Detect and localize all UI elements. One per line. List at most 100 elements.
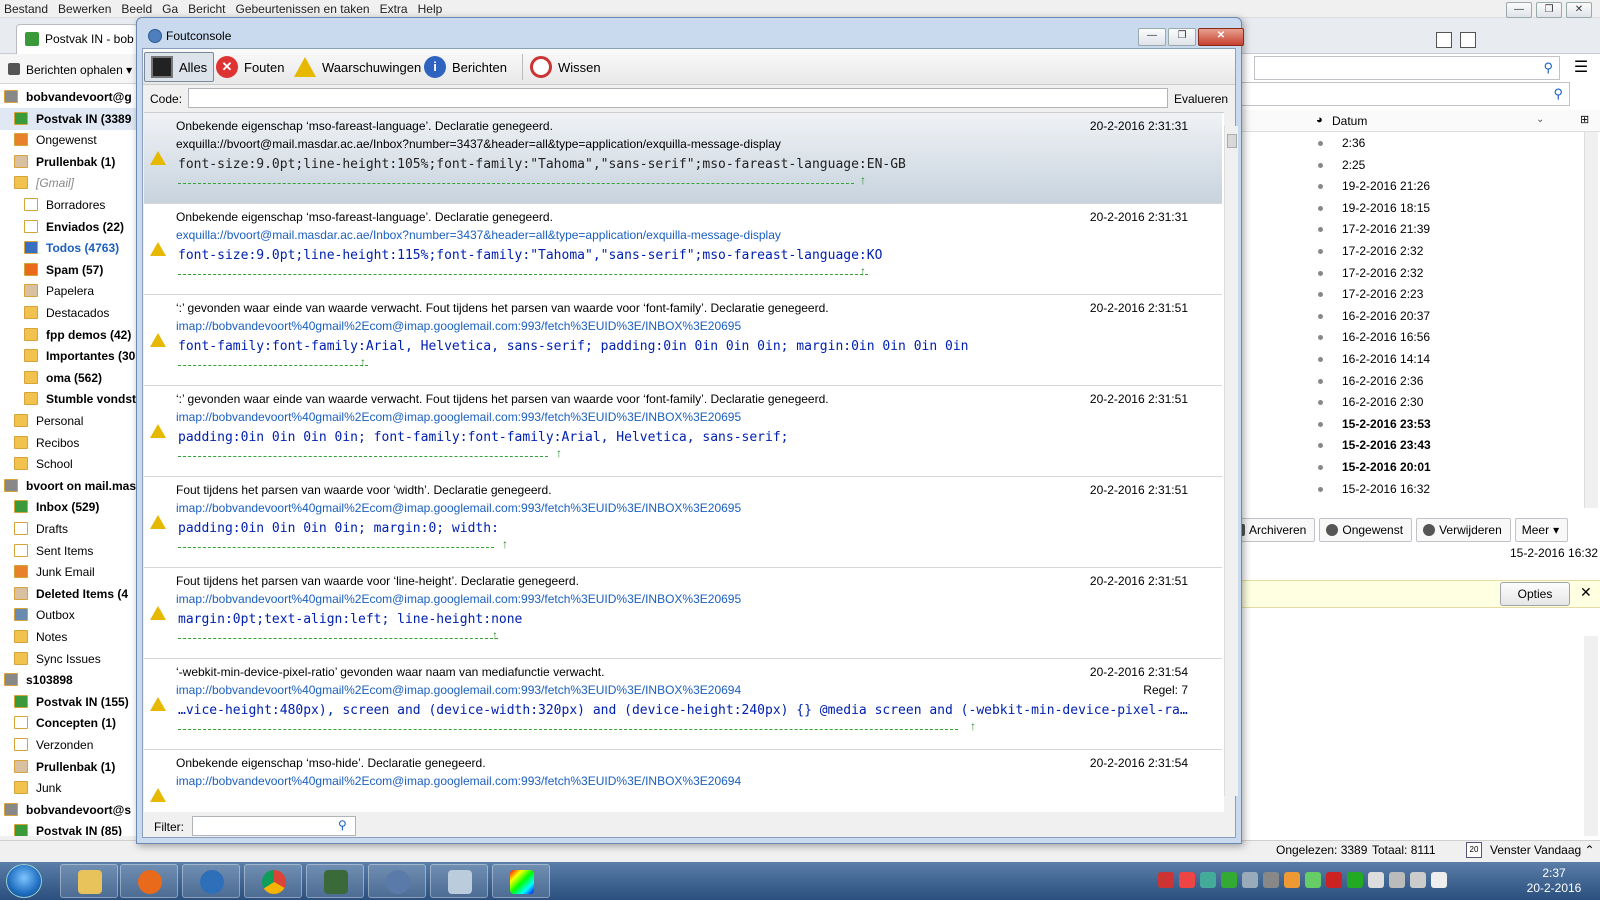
message-row-date[interactable]: 2:36 bbox=[1342, 132, 1365, 154]
folder-item[interactable]: bobvandevoort@g bbox=[0, 86, 137, 108]
taskbar-chrome[interactable] bbox=[244, 864, 302, 898]
message-row-date[interactable]: 17-2-2016 21:39 bbox=[1342, 218, 1430, 240]
menu-item[interactable]: Bewerken bbox=[58, 0, 111, 17]
taskbar-explorer[interactable] bbox=[60, 864, 118, 898]
delete-button[interactable]: Verwijderen bbox=[1416, 518, 1511, 542]
get-mail-button[interactable]: Berichten ophalen ▾ bbox=[4, 59, 140, 81]
message-row-date[interactable]: 15-2-2016 20:01 bbox=[1342, 456, 1431, 478]
message-row-date[interactable]: 15-2-2016 16:32 bbox=[1342, 478, 1430, 500]
options-button[interactable]: Opties bbox=[1500, 582, 1570, 606]
console-close-button[interactable]: ✕ bbox=[1198, 28, 1244, 46]
menu-item[interactable]: Beeld bbox=[121, 0, 152, 17]
message-row-date[interactable]: 15-2-2016 23:43 bbox=[1342, 434, 1431, 456]
tray-icon[interactable] bbox=[1158, 872, 1174, 888]
folder-item[interactable]: bobvandevoort@s bbox=[0, 799, 137, 821]
entry-source-link[interactable]: imap://bobvandevoort%40gmail%2Ecom@imap.… bbox=[176, 410, 741, 424]
menu-item[interactable]: Bericht bbox=[188, 0, 225, 17]
tray-icon[interactable] bbox=[1200, 872, 1216, 888]
folder-item[interactable]: Spam (57) bbox=[0, 259, 137, 281]
folder-item[interactable]: Notes bbox=[0, 626, 137, 648]
start-button[interactable] bbox=[6, 864, 42, 898]
message-row-date[interactable]: 16-2-2016 16:56 bbox=[1342, 326, 1430, 348]
volume-icon[interactable] bbox=[1410, 872, 1426, 888]
console-entry[interactable]: Onbekende eigenschap ‘mso-hide’. Declara… bbox=[144, 750, 1222, 812]
tab-messages[interactable]: i Berichten bbox=[418, 52, 513, 82]
tray-icon[interactable] bbox=[1179, 872, 1195, 888]
folder-item[interactable]: Ongewenst bbox=[0, 129, 137, 151]
tray-icon[interactable] bbox=[1284, 872, 1300, 888]
tab-inbox[interactable]: Postvak IN - bob bbox=[16, 24, 138, 54]
message-row-date[interactable]: 15-2-2016 23:53 bbox=[1342, 413, 1431, 435]
clock[interactable]: 2:37 20-2-2016 bbox=[1524, 866, 1584, 896]
scrollbar[interactable] bbox=[1584, 132, 1598, 508]
entry-source-link[interactable]: imap://bobvandevoort%40gmail%2Ecom@imap.… bbox=[176, 774, 741, 788]
folder-item[interactable]: Postvak IN (85) bbox=[0, 820, 137, 836]
message-row-date[interactable]: 16-2-2016 20:37 bbox=[1342, 305, 1430, 327]
tray-icon[interactable] bbox=[1347, 872, 1363, 888]
scroll-thumb[interactable] bbox=[1227, 134, 1237, 148]
taskbar-app[interactable] bbox=[430, 864, 488, 898]
today-pane-toggle[interactable]: 20 Venster Vandaag ⌃ bbox=[1466, 842, 1595, 858]
folder-item[interactable]: Postvak IN (3389 bbox=[0, 107, 137, 130]
console-entry[interactable]: Onbekende eigenschap ‘mso-fareast-langua… bbox=[144, 204, 1222, 295]
message-row-date[interactable]: 19-2-2016 21:26 bbox=[1342, 175, 1430, 197]
tray-icon[interactable] bbox=[1326, 872, 1342, 888]
taskbar-app[interactable] bbox=[492, 864, 550, 898]
menu-item[interactable]: Bestand bbox=[4, 0, 48, 17]
folder-item[interactable]: Verzonden bbox=[0, 734, 137, 756]
folder-item[interactable]: Stumble vondst bbox=[0, 388, 137, 410]
folder-item[interactable]: Sent Items bbox=[0, 540, 137, 562]
message-row-date[interactable]: 16-2-2016 14:14 bbox=[1342, 348, 1430, 370]
folder-item[interactable]: Personal bbox=[0, 410, 137, 432]
junk-button[interactable]: Ongewenst bbox=[1319, 518, 1413, 542]
folder-item[interactable]: Borradores bbox=[0, 194, 137, 216]
signal-icon[interactable] bbox=[1431, 872, 1447, 888]
entry-source-link[interactable]: imap://bobvandevoort%40gmail%2Ecom@imap.… bbox=[176, 592, 741, 606]
folder-item[interactable]: [Gmail] bbox=[0, 172, 137, 194]
folder-item[interactable]: Todos (4763) bbox=[0, 237, 137, 259]
folder-item[interactable]: Prullenbak (1) bbox=[0, 756, 137, 778]
console-entry[interactable]: Fout tijdens het parsen van waarde voor … bbox=[144, 477, 1222, 568]
message-row-date[interactable]: 2:25 bbox=[1342, 154, 1365, 176]
taskbar-firefox[interactable] bbox=[120, 864, 178, 898]
message-row-date[interactable]: 17-2-2016 2:32 bbox=[1342, 262, 1423, 284]
menu-item[interactable]: Help bbox=[418, 0, 443, 17]
message-row-date[interactable]: 19-2-2016 18:15 bbox=[1342, 197, 1430, 219]
flag-icon[interactable] bbox=[1368, 872, 1384, 888]
entry-source-link[interactable]: imap://bobvandevoort%40gmail%2Ecom@imap.… bbox=[176, 319, 741, 333]
folder-item[interactable]: oma (562) bbox=[0, 367, 137, 389]
folder-item[interactable]: Papelera bbox=[0, 280, 137, 302]
folder-item[interactable]: Concepten (1) bbox=[0, 712, 137, 734]
message-row-date[interactable]: 16-2-2016 2:36 bbox=[1342, 370, 1423, 392]
scrollbar[interactable] bbox=[1584, 636, 1598, 836]
folder-item[interactable]: Destacados bbox=[0, 302, 137, 324]
date-column-header[interactable]: Datum bbox=[1332, 114, 1367, 128]
menu-item[interactable]: Gebeurtenissen en taken bbox=[236, 0, 370, 17]
filter-input[interactable] bbox=[192, 816, 356, 836]
entry-source-link[interactable]: imap://bobvandevoort%40gmail%2Ecom@imap.… bbox=[176, 501, 741, 515]
message-row-date[interactable]: 17-2-2016 2:32 bbox=[1342, 240, 1423, 262]
console-scrollbar[interactable] bbox=[1224, 126, 1238, 796]
maximize-button[interactable]: ❐ bbox=[1536, 2, 1562, 18]
folder-item[interactable]: s103898 bbox=[0, 669, 137, 691]
console-entry[interactable]: ‘-webkit-min-device-pixel-ratio’ gevonde… bbox=[144, 659, 1222, 750]
network-icon[interactable] bbox=[1389, 872, 1405, 888]
evaluate-button[interactable]: Evalueren bbox=[1174, 92, 1228, 106]
tray-icon[interactable] bbox=[1263, 872, 1279, 888]
taskbar-app[interactable] bbox=[368, 864, 426, 898]
folder-item[interactable]: Prullenbak (1) bbox=[0, 151, 137, 173]
quick-filter-input[interactable]: ⚲ bbox=[1224, 82, 1570, 106]
entry-source-link[interactable]: imap://bobvandevoort%40gmail%2Ecom@imap.… bbox=[176, 683, 741, 697]
folder-item[interactable]: Drafts bbox=[0, 518, 137, 540]
folder-item[interactable]: Importantes (30 bbox=[0, 345, 137, 367]
menu-item[interactable]: Ga bbox=[162, 0, 178, 17]
folder-item[interactable]: Outbox bbox=[0, 604, 137, 626]
tab-all[interactable]: Alles bbox=[144, 52, 215, 82]
calendar-icon[interactable] bbox=[1436, 32, 1452, 48]
close-button[interactable]: ✕ bbox=[1566, 2, 1592, 18]
search-input[interactable]: ⚲ bbox=[1254, 56, 1560, 80]
folder-item[interactable]: Deleted Items (4 bbox=[0, 583, 137, 605]
tray-icon[interactable] bbox=[1221, 872, 1237, 888]
folder-item[interactable]: Recibos bbox=[0, 432, 137, 454]
folder-item[interactable]: Inbox (529) bbox=[0, 496, 137, 518]
